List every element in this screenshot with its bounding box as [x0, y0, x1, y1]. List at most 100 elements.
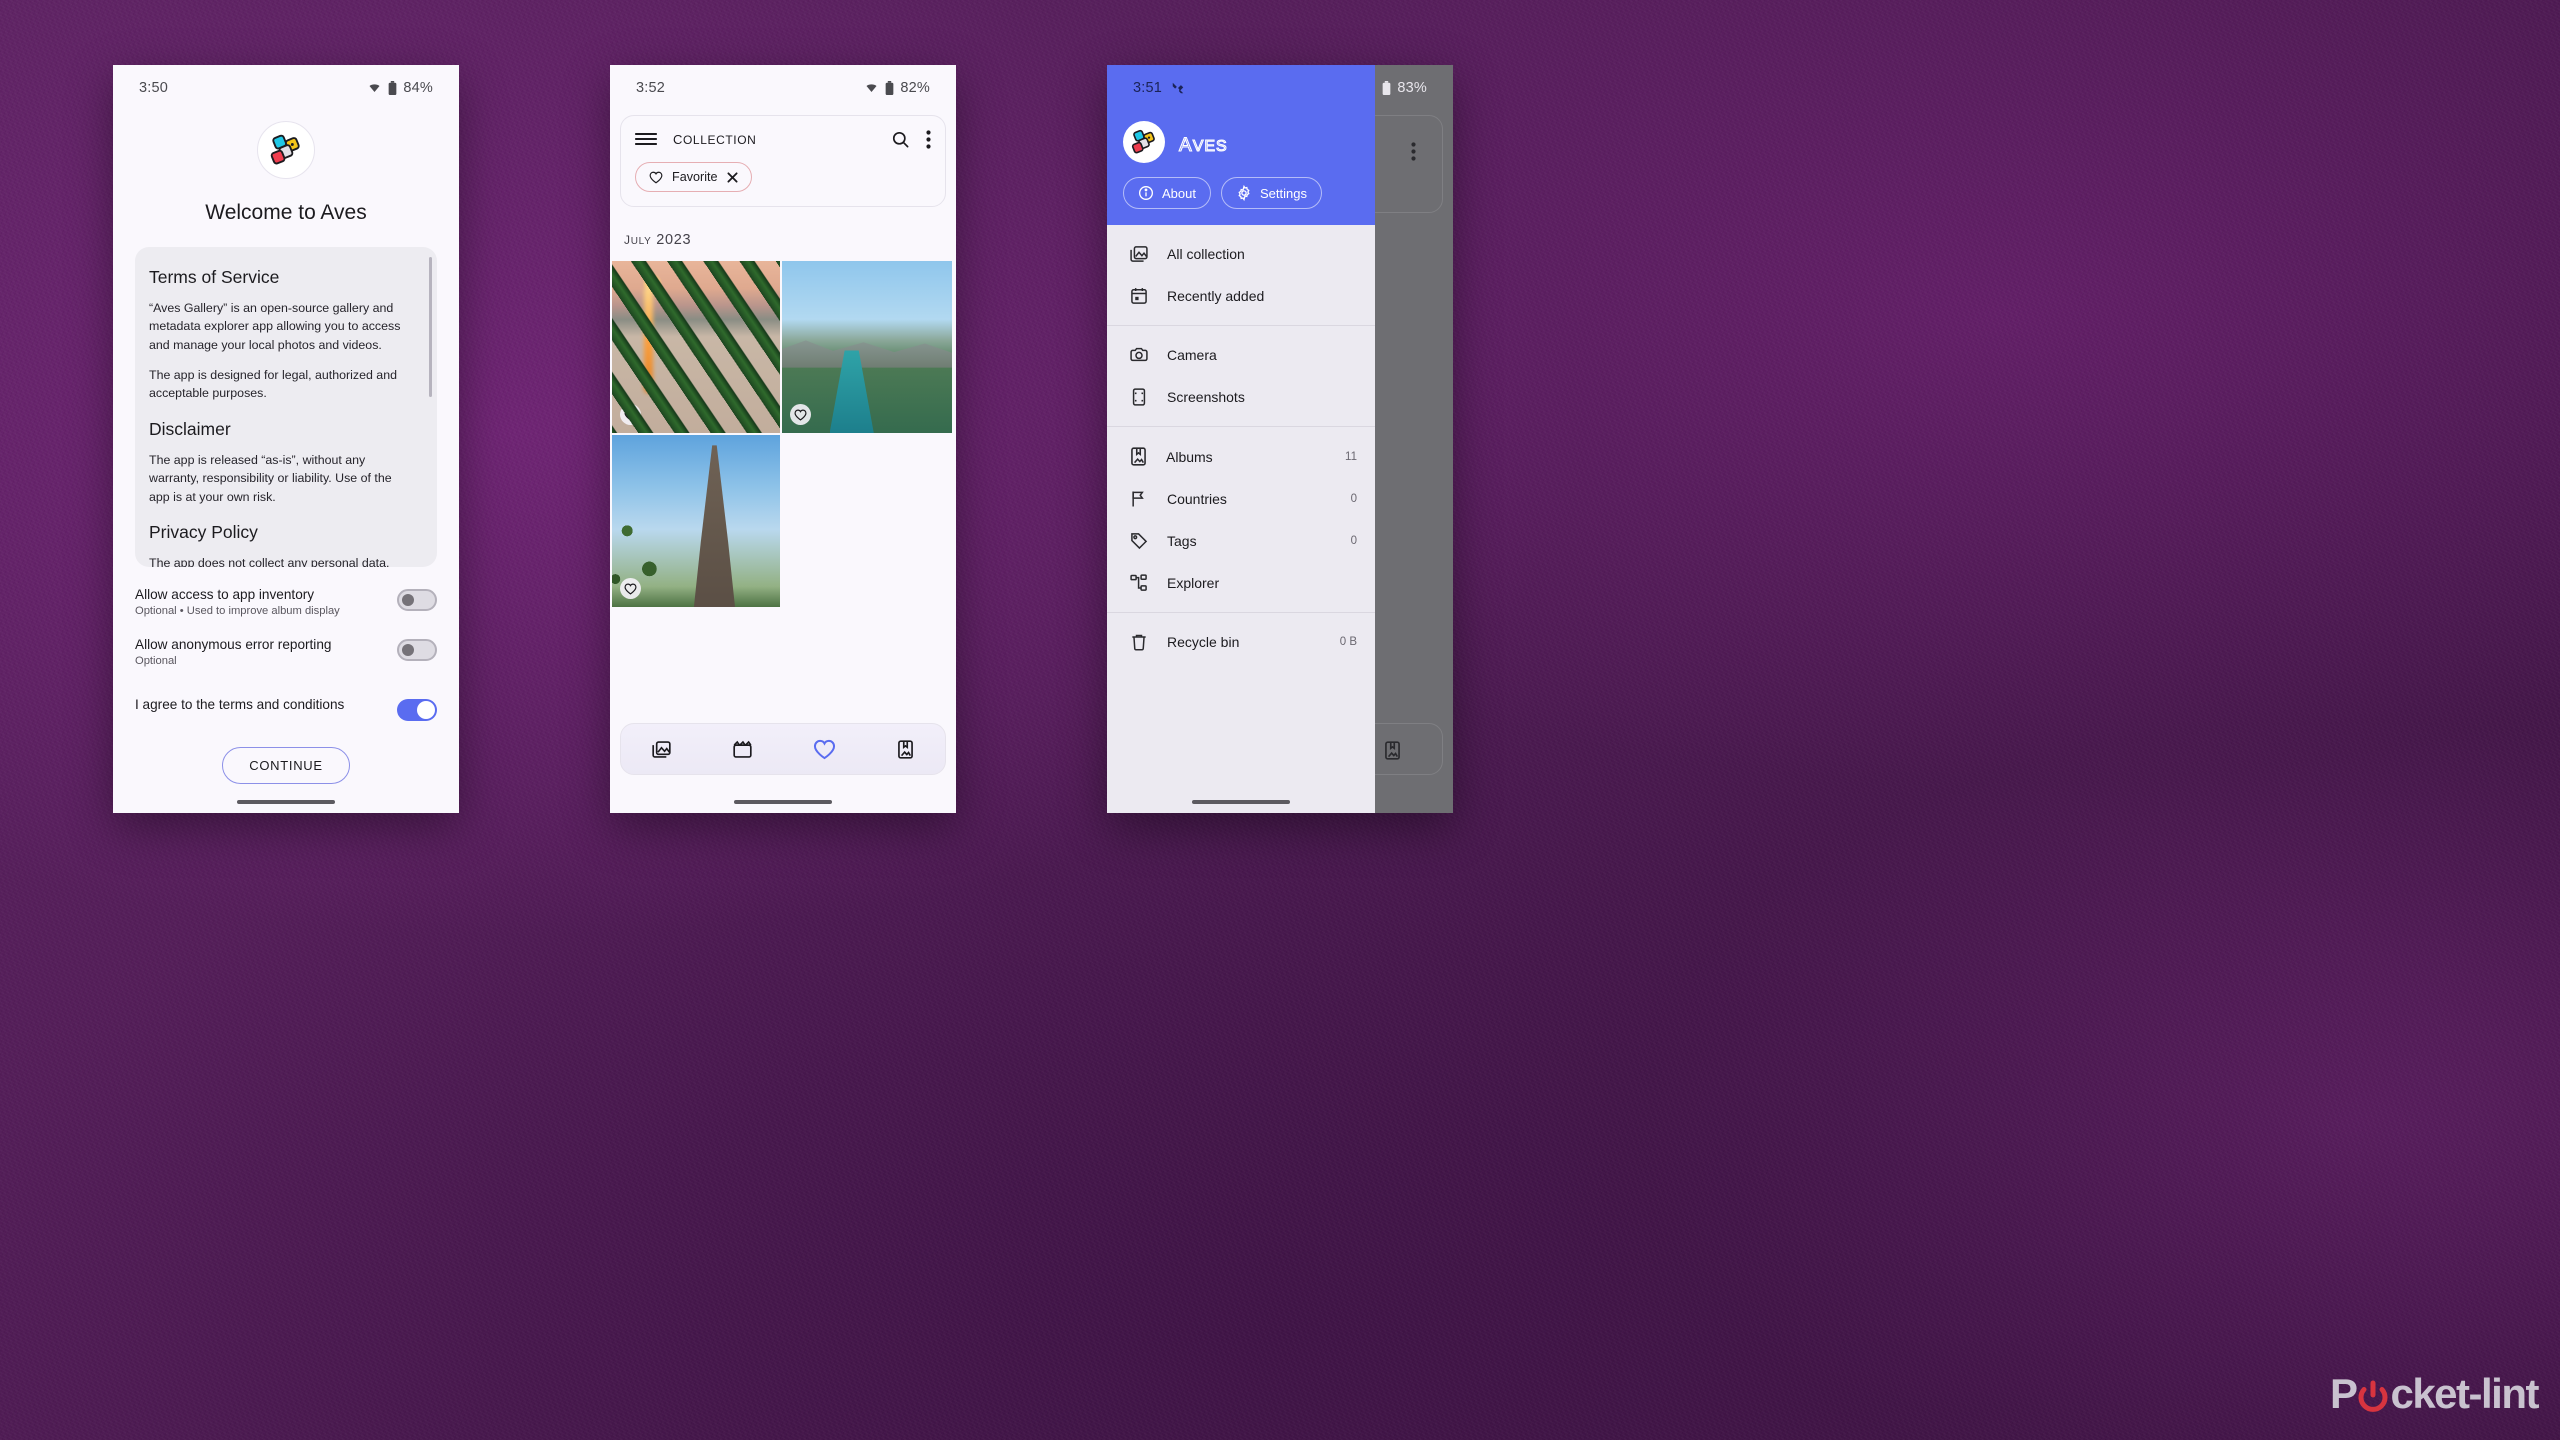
drawer-item-label: Recently added [1167, 288, 1265, 304]
drawer-item-count: 0 [1350, 535, 1357, 547]
brand-name: Aves [1178, 126, 1228, 157]
drawer-item-recycle-bin[interactable]: Recycle bin 0 B [1107, 621, 1375, 663]
drawer-item-count: 11 [1345, 450, 1357, 463]
screenshots-icon [1129, 387, 1149, 407]
toggle-app-inventory[interactable] [397, 589, 437, 611]
albums-icon [1129, 446, 1148, 467]
status-bar: 3:51 [1107, 65, 1375, 111]
drawer-item-label: Explorer [1167, 575, 1220, 591]
battery-icon [388, 81, 397, 95]
drawer-group-organize: Albums 11 Countries 0 Tags 0 Explorer [1107, 426, 1375, 612]
terms-heading-privacy: Privacy Policy [149, 521, 258, 542]
continue-button-row: CONTINUE [113, 747, 459, 784]
section-date-header: July 2023 [624, 229, 692, 248]
drawer-group-collections: All collection Recently added [1107, 225, 1375, 325]
settings-button[interactable]: Settings [1220, 177, 1322, 209]
drawer-item-label: Tags [1167, 533, 1197, 549]
drawer-group-sources: Camera Screenshots [1107, 325, 1375, 426]
drawer-item-tags[interactable]: Tags 0 [1107, 520, 1375, 562]
gesture-navigation-bar[interactable] [734, 800, 832, 804]
navigation-drawer: 3:51 aves About Settings All collection … [1107, 65, 1375, 813]
terms-paragraph: The app is designed for legal, authorize… [149, 368, 397, 401]
setting-row-error-reporting[interactable]: Allow anonymous error reporting Optional [113, 637, 459, 667]
battery-icon [1382, 81, 1391, 95]
battery-percent: 82% [900, 80, 930, 96]
mostar-riverside-photo[interactable] [782, 261, 952, 433]
drawer-item-camera[interactable]: Camera [1107, 334, 1375, 376]
search-icon[interactable] [891, 130, 910, 149]
status-bar-time: 3:51 [1133, 80, 1163, 96]
hamburger-menu-icon[interactable] [635, 131, 657, 147]
filter-chip-favorite[interactable]: Favorite [635, 162, 752, 192]
terms-scroll-panel[interactable]: Terms of Service “Aves Gallery” is an op… [135, 247, 437, 567]
drawer-group-recycle: Recycle bin 0 B [1107, 612, 1375, 671]
setting-sublabel: Optional • Used to improve album display [135, 605, 340, 617]
sunset-through-grass-photo[interactable] [612, 261, 780, 433]
status-bar: 3:50 84% [113, 65, 459, 111]
terms-paragraph: “Aves Gallery” is an open-source gallery… [149, 301, 401, 352]
terms-scrollbar-thumb[interactable] [429, 257, 432, 397]
page-title: Welcome to Aves [205, 201, 367, 224]
setting-row-app-inventory[interactable]: Allow access to app inventory Optional •… [113, 587, 459, 617]
setting-label: I agree to the terms and conditions [135, 697, 345, 712]
about-label: About [1162, 185, 1196, 201]
setting-label: Allow access to app inventory [135, 587, 315, 602]
albums-icon[interactable] [896, 739, 915, 760]
battery-percent: 83% [1397, 80, 1427, 96]
drawer-item-label: Camera [1167, 347, 1217, 363]
terms-paragraph: The app does not collect any personal da… [149, 555, 390, 567]
all-collection-icon[interactable] [651, 739, 672, 760]
settings-label: Settings [1259, 185, 1307, 201]
favorites-icon[interactable] [813, 739, 836, 760]
status-bar-time: 3:52 [636, 80, 666, 96]
more-vertical-icon[interactable] [926, 129, 931, 149]
watermark-text-before: P [2329, 1370, 2358, 1417]
flag-icon [1129, 489, 1149, 509]
favorite-badge-icon [620, 404, 641, 425]
drawer-item-recently-added[interactable]: Recently added [1107, 275, 1375, 317]
setting-label: Allow anonymous error reporting [135, 637, 332, 652]
camera-icon [1129, 345, 1149, 365]
toggle-error-reporting[interactable] [397, 639, 437, 661]
cast-icon [1171, 81, 1185, 95]
phone-collection-screen: 3:52 82% Collection [610, 65, 956, 813]
explorer-icon [1129, 573, 1149, 593]
about-button[interactable]: About [1123, 177, 1211, 209]
info-circle-icon [1138, 185, 1154, 201]
drawer-item-label: Albums [1166, 448, 1213, 465]
terms-heading-tos: Terms of Service [149, 267, 280, 287]
drawer-item-all-collection[interactable]: All collection [1107, 233, 1375, 275]
terms-paragraph: The app is released “as-is”, without any… [149, 452, 392, 504]
drawer-item-label: Countries [1167, 491, 1227, 507]
watermark-text-after: cket-lint [2390, 1370, 2539, 1417]
setting-sublabel: Optional [135, 655, 177, 667]
drawer-item-screenshots[interactable]: Screenshots [1107, 376, 1375, 418]
battery-percent: 84% [403, 80, 433, 96]
calendar-icon [1129, 286, 1149, 306]
drawer-item-count: 0 B [1339, 636, 1357, 648]
more-vertical-icon[interactable] [1411, 142, 1416, 161]
bottom-navigation-bar [620, 723, 946, 775]
phone-onboarding-screen: 3:50 84% Welcome to Aves Terms of Servic… [113, 65, 459, 813]
aves-logo-icon [257, 121, 315, 179]
all-collection-icon [1129, 244, 1149, 264]
drawer-item-countries[interactable]: Countries 0 [1107, 478, 1375, 520]
pocketlint-watermark: P cket-lint [2329, 1370, 2540, 1418]
eiffel-tower-photo[interactable] [612, 435, 780, 607]
continue-button[interactable]: CONTINUE [222, 747, 350, 784]
app-bar: Collection Favorite [620, 115, 946, 207]
phone-navigation-drawer-screen: 83% 3:51 aves About Settings All collect… [1107, 65, 1453, 813]
gear-icon [1236, 185, 1252, 201]
gesture-navigation-bar[interactable] [237, 800, 335, 804]
gesture-navigation-bar[interactable] [1192, 800, 1290, 804]
drawer-item-explorer[interactable]: Explorer [1107, 562, 1375, 604]
close-icon[interactable] [726, 171, 738, 183]
terms-heading-disclaimer: Disclaimer [149, 418, 231, 439]
albums-icon[interactable] [1383, 740, 1402, 761]
power-icon [2356, 1377, 2390, 1412]
toggle-agree-terms[interactable] [397, 699, 437, 721]
drawer-header: 3:51 aves About Settings [1107, 65, 1375, 225]
videos-icon[interactable] [732, 739, 753, 760]
drawer-item-albums[interactable]: Albums 11 [1107, 435, 1375, 478]
setting-row-agree-terms[interactable]: I agree to the terms and conditions [113, 697, 459, 721]
